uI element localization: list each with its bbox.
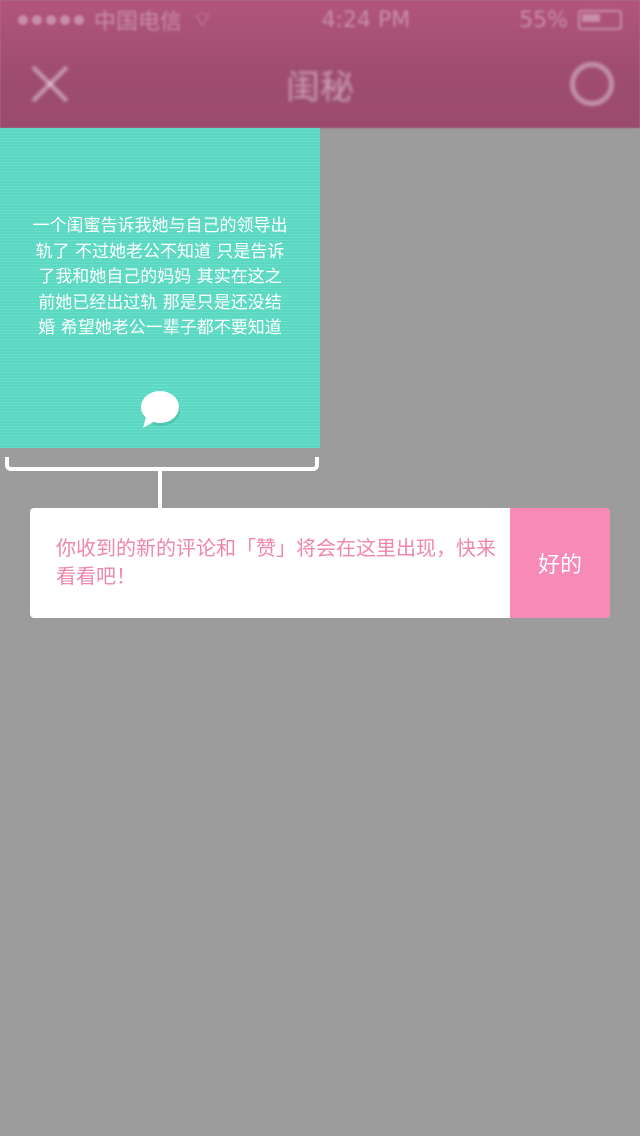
status-left: 中国电信 ⌔	[18, 4, 213, 36]
screen: 中国电信 ⌔ 4:24 PM 55% 闺秘 一个闺蜜告诉我她与自己的领导出轨了 …	[0, 0, 640, 1136]
connector-line	[158, 467, 162, 508]
status-right: 55%	[519, 8, 622, 33]
ok-button[interactable]: 好的	[510, 508, 610, 618]
wifi-icon: ⌔	[192, 8, 213, 33]
tip-box: 你收到的新的评论和「赞」将会在这里出现，快来看看吧！ 好的	[30, 508, 610, 618]
highlight-bracket	[5, 457, 319, 471]
carrier-label: 中国电信	[94, 10, 183, 35]
status-time: 4:24 PM	[321, 7, 411, 33]
signal-icon	[18, 15, 84, 25]
tip-message: 你收到的新的评论和「赞」将会在这里出现，快来看看吧！	[56, 536, 496, 588]
status-bar: 中国电信 ⌔ 4:24 PM 55%	[0, 0, 640, 40]
secret-card[interactable]: 一个闺蜜告诉我她与自己的领导出轨了 不过她老公不知道 只是告诉了我和她自己的妈妈…	[0, 128, 320, 448]
secret-card-text: 一个闺蜜告诉我她与自己的领导出轨了 不过她老公不知道 只是告诉了我和她自己的妈妈…	[32, 216, 288, 338]
nav-bar: 闺秘	[0, 40, 640, 128]
battery-percent: 55%	[519, 7, 568, 33]
battery-icon	[577, 10, 622, 30]
speech-bubble-icon[interactable]	[140, 390, 180, 430]
nav-title: 闺秘	[286, 67, 354, 108]
